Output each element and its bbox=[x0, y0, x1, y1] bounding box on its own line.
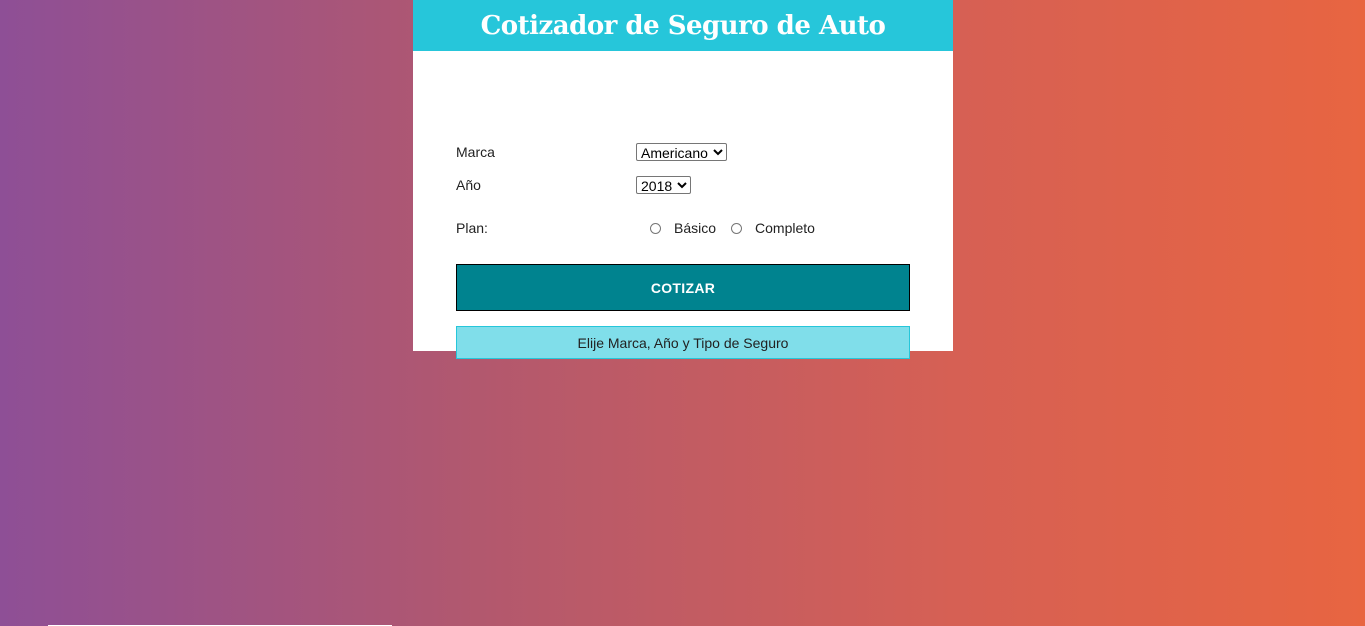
anio-select[interactable]: 2018 bbox=[636, 176, 691, 194]
anio-label: Año bbox=[456, 177, 481, 193]
plan-completo-label: Completo bbox=[755, 220, 815, 236]
anio-row: Año 2018 bbox=[456, 176, 691, 194]
plan-completo-radio[interactable] bbox=[731, 222, 743, 234]
status-message: Elije Marca, Año y Tipo de Seguro bbox=[456, 326, 910, 359]
cotizar-button[interactable]: COTIZAR bbox=[456, 264, 910, 311]
plan-label: Plan: bbox=[456, 220, 488, 236]
marca-label: Marca bbox=[456, 144, 495, 160]
plan-row: Plan: Básico Completo bbox=[456, 220, 830, 236]
quote-card: Cotizador de Seguro de Auto Marca Americ… bbox=[413, 0, 953, 359]
plan-basico-radio[interactable] bbox=[650, 222, 661, 234]
header: Cotizador de Seguro de Auto bbox=[413, 0, 953, 51]
plan-basico-label: Básico bbox=[674, 220, 717, 236]
marca-select[interactable]: Americano bbox=[636, 143, 727, 161]
plan-radio-group: Básico Completo bbox=[650, 220, 830, 236]
page-title: Cotizador de Seguro de Auto bbox=[480, 10, 886, 41]
marca-row: Marca Americano bbox=[456, 143, 727, 161]
